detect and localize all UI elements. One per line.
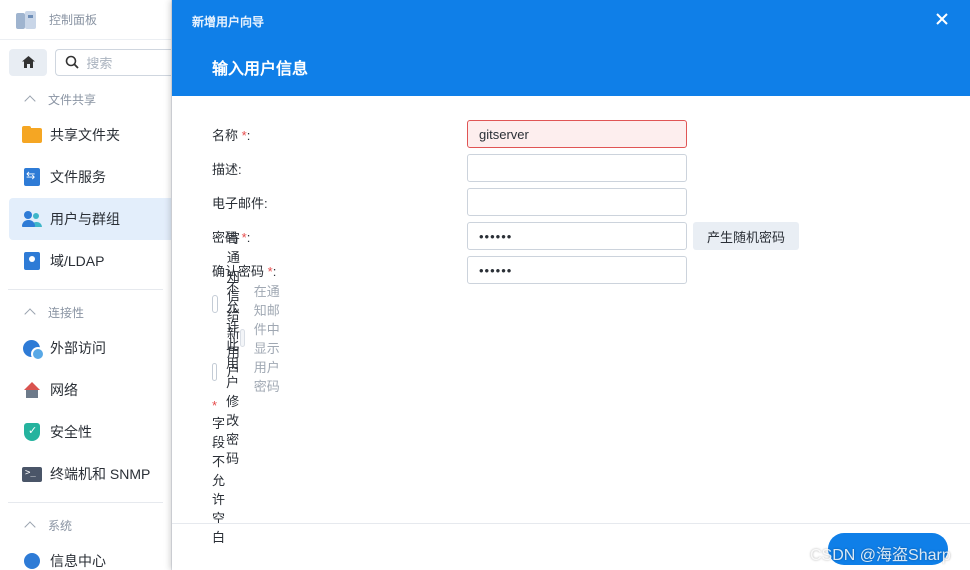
name-row: 名称 *: gitserver [212, 120, 912, 148]
sidebar-item-label: 域/LDAP [50, 253, 105, 269]
sidebar-item-file-services[interactable]: 文件服务 [9, 156, 171, 198]
divider [8, 502, 163, 503]
app-title: 控制面板 [49, 13, 98, 27]
screen: 控制面板 搜索 文件共享 共享文件夹 文件服务 用户与群组 [0, 0, 970, 570]
required-asterisk: * [212, 398, 218, 413]
password-input[interactable]: •••••• [467, 222, 687, 250]
sidebar-item-label: 终端机和 SNMP [50, 466, 151, 482]
dialog-header: 新增用户向导 输入用户信息 [172, 0, 970, 96]
sidebar-item-external-access[interactable]: 外部访问 [9, 327, 171, 369]
sidebar-item-security[interactable]: 安全性 [9, 411, 171, 453]
sidebar-item-label: 安全性 [50, 424, 92, 440]
info-center-icon [22, 551, 42, 570]
name-label-text: 名称 [212, 127, 239, 143]
send-notification-checkbox[interactable] [212, 295, 218, 313]
domain-ldap-icon [22, 251, 42, 271]
sidebar-item-label: 用户与群组 [50, 211, 120, 227]
search-input[interactable]: 搜索 [55, 48, 171, 76]
disallow-password-change-label: 不允许此用户修改密码 [226, 280, 240, 466]
step-title: 输入用户信息 [212, 61, 309, 78]
control-panel-sidebar: 控制面板 搜索 文件共享 共享文件夹 文件服务 用户与群组 [0, 0, 172, 570]
confirm-password-input[interactable]: •••••• [467, 256, 687, 284]
divider [8, 289, 163, 290]
show-password-in-mail-label: 在通知邮件中显示用户密码 [253, 284, 280, 394]
shared-folder-icon [22, 125, 42, 145]
control-panel-logo-icon [14, 8, 38, 32]
label-colon: : [246, 127, 251, 143]
disallow-password-change-checkbox[interactable] [212, 363, 218, 381]
name-label: 名称 *: [212, 125, 250, 144]
generate-random-password-button[interactable]: 产生随机密码 [693, 222, 799, 250]
network-icon [22, 380, 42, 400]
sidebar-titlebar: 控制面板 [0, 0, 171, 40]
sidebar-item-info-center[interactable]: 信息中心 [9, 540, 171, 570]
search-icon [66, 55, 80, 69]
chevron-up-icon [24, 521, 36, 533]
sidebar-item-domain-ldap[interactable]: 域/LDAP [9, 240, 171, 282]
section-file-sharing[interactable]: 文件共享 [0, 84, 171, 114]
description-label: 描述: [212, 161, 242, 177]
sidebar-item-label: 外部访问 [50, 340, 106, 356]
name-input[interactable]: gitserver [467, 120, 687, 148]
required-note-text: 字段不允许空白 [212, 416, 226, 545]
email-row: 电子邮件: [212, 188, 912, 216]
section-label: 文件共享 [48, 92, 97, 107]
sidebar-item-label: 信息中心 [50, 553, 106, 569]
dialog-footer-divider [172, 523, 970, 524]
search-placeholder: 搜索 [86, 55, 113, 71]
home-button[interactable] [9, 48, 48, 76]
sidebar-item-shared-folder[interactable]: 共享文件夹 [9, 114, 171, 156]
section-label: 连接性 [48, 305, 85, 320]
description-row: 描述: [212, 154, 912, 182]
description-input[interactable] [467, 154, 687, 182]
sidebar-item-terminal-snmp[interactable]: 终端机和 SNMP [9, 453, 171, 495]
external-access-icon [22, 338, 45, 361]
home-icon [21, 56, 35, 68]
disallow-password-change-option[interactable]: 不允许此用户修改密码 [212, 280, 252, 466]
users-groups-icon [22, 209, 42, 229]
sidebar-toolbar: 搜索 [0, 40, 171, 84]
email-label: 电子邮件: [212, 195, 268, 211]
security-icon [22, 422, 42, 442]
close-icon [936, 13, 948, 25]
password-row: 密码 *: •••••• 产生随机密码 [212, 222, 912, 250]
close-button[interactable] [934, 11, 950, 27]
sidebar-item-label: 共享文件夹 [50, 127, 120, 143]
sidebar-item-label: 文件服务 [50, 169, 106, 185]
section-label: 系统 [48, 518, 73, 533]
sidebar-item-users-groups[interactable]: 用户与群组 [9, 198, 171, 240]
chevron-up-icon [24, 95, 36, 107]
file-services-icon [22, 167, 42, 187]
sidebar-item-network[interactable]: 网络 [9, 369, 171, 411]
terminal-snmp-icon [22, 464, 42, 484]
section-system[interactable]: 系统 [0, 510, 171, 540]
sidebar-item-label: 网络 [50, 382, 78, 398]
confirm-password-row: 确认密码 *: •••••• [212, 256, 912, 284]
label-colon: : [272, 263, 277, 279]
dialog-title: 新增用户向导 [192, 15, 265, 29]
chevron-up-icon [24, 308, 36, 320]
section-connectivity[interactable]: 连接性 [0, 297, 171, 327]
create-user-wizard-dialog: 新增用户向导 输入用户信息 名称 *: gitserver 描述: 电子邮件: … [172, 0, 970, 570]
watermark: CSDN @海盗Sharp [810, 547, 951, 564]
email-input[interactable] [467, 188, 687, 216]
